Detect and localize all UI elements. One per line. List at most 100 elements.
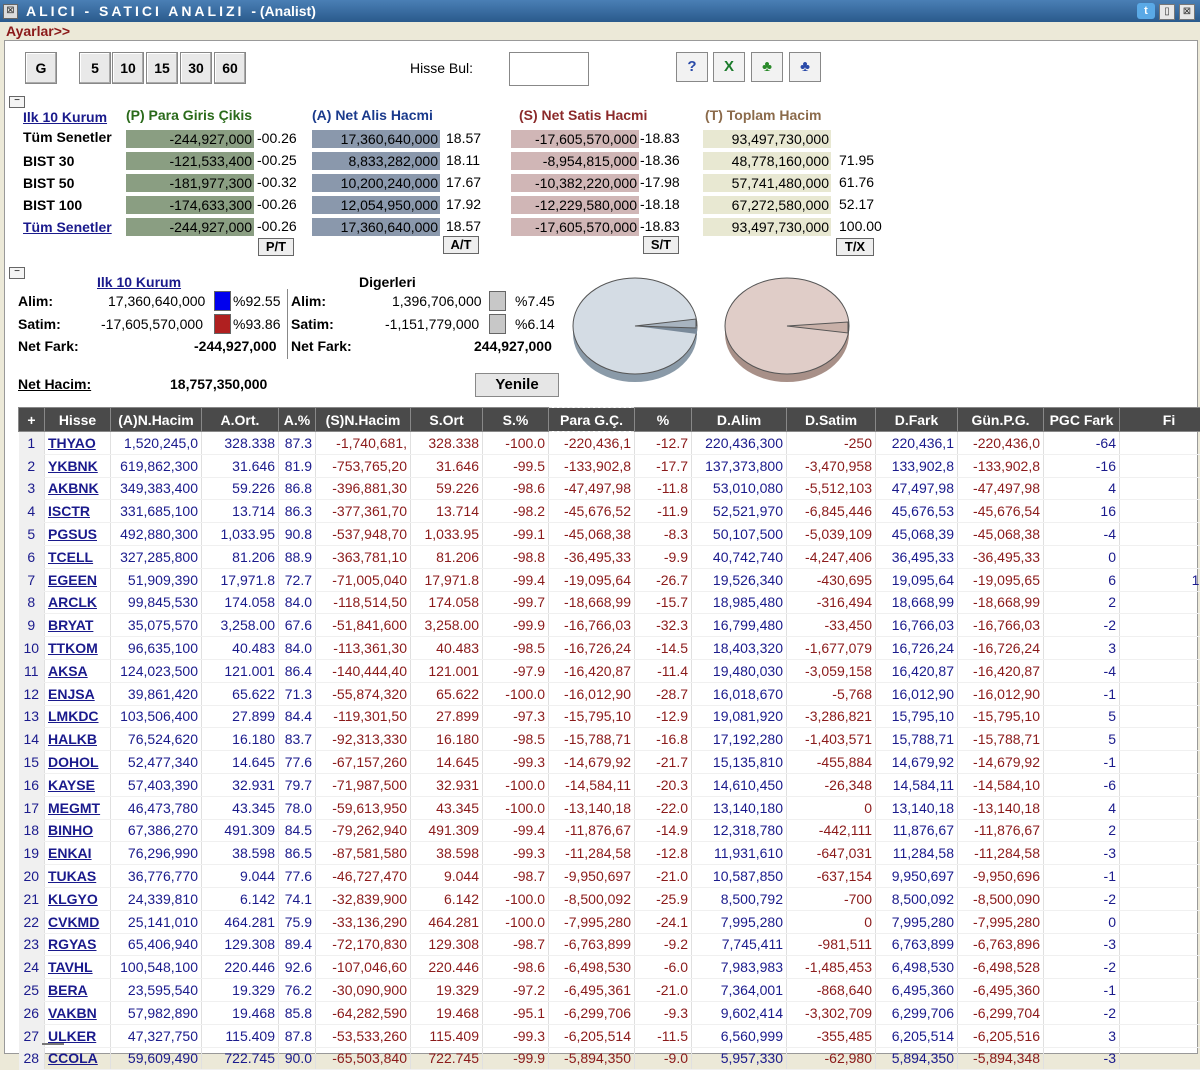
close-icon[interactable]: ⊠	[1179, 4, 1195, 20]
column-header[interactable]: D.Alim	[692, 408, 787, 432]
table-row[interactable]: 22CVKMD25,141,010464.28175.9-33,136,2904…	[19, 910, 1200, 933]
table-row[interactable]: 25BERA23,595,54019.32976.2-30,090,90019.…	[19, 979, 1200, 1002]
stock-symbol-link[interactable]: ENJSA	[45, 682, 111, 705]
stock-symbol-link[interactable]: ISCTR	[45, 500, 111, 523]
table-row[interactable]: 14HALKB76,524,62016.18083.7-92,313,33016…	[19, 728, 1200, 751]
help-icon[interactable]: ?	[676, 52, 708, 82]
collapse-compare-icon[interactable]: −	[9, 267, 25, 279]
stock-symbol-link[interactable]: LMKDC	[45, 705, 111, 728]
table-row[interactable]: 23RGYAS65,406,940129.30889.4-72,170,8301…	[19, 933, 1200, 956]
excel-icon[interactable]: X	[713, 52, 745, 82]
column-header[interactable]: S.%	[483, 408, 549, 432]
column-header[interactable]: (S)N.Hacim	[316, 408, 411, 432]
table-row[interactable]: 11AKSA124,023,500121.00186.4-140,444,401…	[19, 659, 1200, 682]
stock-symbol-link[interactable]: TAVHL	[45, 956, 111, 979]
at-button[interactable]: A/T	[443, 236, 479, 254]
column-header[interactable]: A.%	[279, 408, 316, 432]
period-button-g[interactable]: G	[25, 52, 57, 84]
table-row[interactable]: 16KAYSE57,403,39032.93179.7-71,987,50032…	[19, 773, 1200, 796]
minimize-icon[interactable]: ▯	[1159, 4, 1175, 20]
collapse-summary-icon[interactable]: −	[9, 96, 25, 108]
table-row[interactable]: 9BRYAT35,075,5703,258.0067.6-51,841,6003…	[19, 614, 1200, 637]
stock-symbol-link[interactable]: RGYAS	[45, 933, 111, 956]
column-header[interactable]: D.Satim	[787, 408, 876, 432]
table-row[interactable]: 20TUKAS36,776,7709.04477.6-46,727,4709.0…	[19, 865, 1200, 888]
stock-symbol-link[interactable]: BERA	[45, 979, 111, 1002]
window-menu-icon[interactable]: ⊠	[3, 4, 18, 19]
stock-symbol-link[interactable]: EGEEN	[45, 568, 111, 591]
stock-symbol-link[interactable]: CCOLA	[45, 1047, 111, 1070]
search-input[interactable]	[509, 52, 589, 86]
table-row[interactable]: 18BINHO67,386,270491.30984.5-79,262,9404…	[19, 819, 1200, 842]
period-button-15[interactable]: 15	[146, 52, 178, 84]
table-row[interactable]: 12ENJSA39,861,42065.62271.3-55,874,32065…	[19, 682, 1200, 705]
compare-top10-link[interactable]: Ilk 10 Kurum	[97, 274, 181, 290]
users-blue-icon[interactable]: ♣	[789, 52, 821, 82]
stock-symbol-link[interactable]: HALKB	[45, 728, 111, 751]
stock-symbol-link[interactable]: TTKOM	[45, 637, 111, 660]
table-row[interactable]: 15DOHOL52,477,34014.64577.6-67,157,26014…	[19, 751, 1200, 774]
stock-symbol-link[interactable]: MEGMT	[45, 796, 111, 819]
table-cell: 103,506,400	[111, 705, 202, 728]
stock-symbol-link[interactable]: BINHO	[45, 819, 111, 842]
table-row[interactable]: 7EGEEN51,909,39017,971.872.7-71,005,0401…	[19, 568, 1200, 591]
stock-symbol-link[interactable]: CVKMD	[45, 910, 111, 933]
table-row[interactable]: 19ENKAI76,296,99038.59886.5-87,581,58038…	[19, 842, 1200, 865]
table-row[interactable]: 10TTKOM96,635,10040.48384.0-113,361,3040…	[19, 637, 1200, 660]
column-header[interactable]: Para G.Ç.	[549, 408, 635, 432]
column-header[interactable]: D.Fark	[876, 408, 958, 432]
horizontal-scrollbar[interactable]	[42, 1043, 64, 1045]
table-row[interactable]: 2YKBNK619,862,30031.64681.9-753,765,2031…	[19, 454, 1200, 477]
table-row[interactable]: 17MEGMT46,473,78043.34578.0-59,613,95043…	[19, 796, 1200, 819]
table-row[interactable]: 28CCOLA59,609,490722.74590.0-65,503,8407…	[19, 1047, 1200, 1070]
period-button-60[interactable]: 60	[214, 52, 246, 84]
summary-row-label-link[interactable]: Tüm Senetler	[23, 219, 112, 235]
settings-link[interactable]: Ayarlar>>	[6, 23, 70, 39]
tx-button[interactable]: T/X	[836, 238, 874, 256]
refresh-button[interactable]: Yenile	[475, 373, 559, 397]
stock-symbol-link[interactable]: ENKAI	[45, 842, 111, 865]
stock-symbol-link[interactable]: TCELL	[45, 545, 111, 568]
period-button-5[interactable]: 5	[79, 52, 111, 84]
table-row[interactable]: 3AKBNK349,383,40059.22686.8-396,881,3059…	[19, 477, 1200, 500]
stock-symbol-link[interactable]: AKSA	[45, 659, 111, 682]
column-header[interactable]: Gün.P.G.	[958, 408, 1044, 432]
stock-symbol-link[interactable]: PGSUS	[45, 523, 111, 546]
stock-symbol-link[interactable]: BRYAT	[45, 614, 111, 637]
table-row[interactable]: 24TAVHL100,548,100220.44692.6-107,046,60…	[19, 956, 1200, 979]
table-row[interactable]: 13LMKDC103,506,40027.89984.4-119,301,502…	[19, 705, 1200, 728]
stock-symbol-link[interactable]: YKBNK	[45, 454, 111, 477]
column-header[interactable]: PGC Fark	[1044, 408, 1120, 432]
stock-symbol-link[interactable]: KAYSE	[45, 773, 111, 796]
pt-button[interactable]: P/T	[258, 238, 294, 256]
stock-symbol-link[interactable]: DOHOL	[45, 751, 111, 774]
column-header[interactable]: A.Ort.	[202, 408, 279, 432]
stock-symbol-link[interactable]: VAKBN	[45, 1001, 111, 1024]
table-row[interactable]: 27ULKER47,327,750115.40987.8-53,533,2601…	[19, 1024, 1200, 1047]
column-header[interactable]: %	[635, 408, 692, 432]
stock-symbol-link[interactable]: TUKAS	[45, 865, 111, 888]
table-row[interactable]: 8ARCLK99,845,530174.05884.0-118,514,5017…	[19, 591, 1200, 614]
column-header[interactable]: (A)N.Hacim	[111, 408, 202, 432]
stock-symbol-link[interactable]: THYAO	[45, 432, 111, 455]
table-row[interactable]: 26VAKBN57,982,89019.46885.8-64,282,59019…	[19, 1001, 1200, 1024]
column-header[interactable]: S.Ort	[411, 408, 483, 432]
table-row[interactable]: 6TCELL327,285,80081.20688.9-363,781,1081…	[19, 545, 1200, 568]
top10-link[interactable]: Ilk 10 Kurum	[23, 109, 107, 125]
table-row[interactable]: 4ISCTR331,685,10013.71486.3-377,361,7013…	[19, 500, 1200, 523]
users-green-icon[interactable]: ♣	[751, 52, 783, 82]
table-cell: 51,909,390	[111, 568, 202, 591]
stock-symbol-link[interactable]: KLGYO	[45, 887, 111, 910]
twitter-icon[interactable]: t	[1137, 3, 1155, 19]
table-row[interactable]: 1THYAO1,520,245,0328.33887.3-1,740,681,3…	[19, 432, 1200, 455]
period-button-30[interactable]: 30	[180, 52, 212, 84]
table-row[interactable]: 21KLGYO24,339,8106.14274.1-32,839,9006.1…	[19, 887, 1200, 910]
table-row[interactable]: 5PGSUS492,880,3001,033.9590.8-537,948,70…	[19, 523, 1200, 546]
column-header[interactable]: Fi	[1120, 408, 1200, 432]
period-button-10[interactable]: 10	[112, 52, 144, 84]
column-header[interactable]: +	[19, 408, 45, 432]
column-header[interactable]: Hisse	[45, 408, 111, 432]
st-button[interactable]: S/T	[643, 236, 679, 254]
stock-symbol-link[interactable]: ARCLK	[45, 591, 111, 614]
stock-symbol-link[interactable]: AKBNK	[45, 477, 111, 500]
